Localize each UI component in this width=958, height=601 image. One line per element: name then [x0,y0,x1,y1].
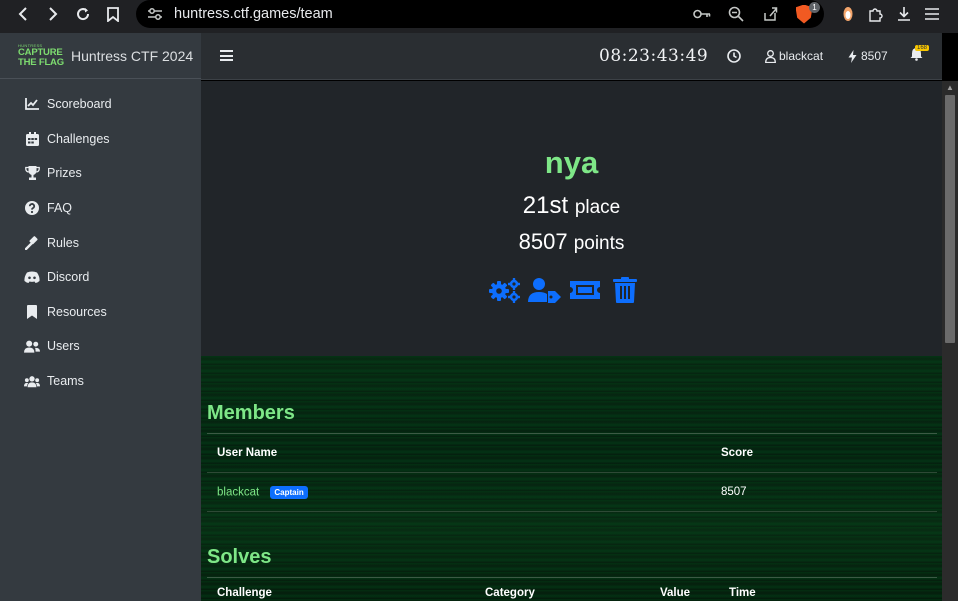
points-number: 8507 [518,229,568,254]
users-icon [24,374,40,388]
browser-menu-icon[interactable] [920,2,944,26]
ticket-icon[interactable] [568,276,602,304]
column-header-username: User Name [217,447,278,459]
discord-icon [24,270,40,284]
sidebar-item-teams[interactable]: Teams [0,364,201,399]
gavel-icon [24,235,40,250]
address-bar[interactable]: huntress.ctf.games/team 1 [136,0,824,28]
page-scrollbar[interactable]: ▲ [942,81,958,601]
sidebar-menu: Scoreboard Challenges Prizes FAQ Rules D… [0,79,201,398]
team-points: 8507 points [201,229,942,255]
trash-icon[interactable] [608,276,642,304]
url-text[interactable]: huntress.ctf.games/team [174,6,333,22]
clock-icon[interactable] [727,49,741,68]
team-name: nya [544,145,599,180]
team-points-link[interactable]: 8507 [848,49,888,63]
main-content: nya 21st place 8507 points Members User … [201,81,942,601]
sidebar: HUNTRESS CAPTURE THE FLAG Huntress CTF 2… [0,33,201,601]
shields-count-badge: 1 [809,2,820,13]
browser-toolbar: huntress.ctf.games/team 1 [0,0,958,33]
user-icon [765,49,776,63]
sidebar-item-prizes[interactable]: Prizes [0,156,201,191]
solves-heading: Solves [207,546,937,578]
zoom-out-icon[interactable] [724,2,748,26]
place-word: place [574,197,621,218]
sidebar-item-scoreboard[interactable]: Scoreboard [0,87,201,122]
ctf-logo[interactable]: HUNTRESS CAPTURE THE FLAG [18,43,65,69]
column-header-category: Category [485,587,535,599]
sidebar-item-faq[interactable]: FAQ [0,191,201,226]
chart-line-icon [24,97,40,111]
bookmark-icon [24,304,40,319]
team-actions [488,276,642,304]
reload-icon[interactable] [68,0,98,28]
captain-badge: Captain [270,485,308,499]
team-header: nya 21st place 8507 points [201,81,942,356]
username: blackcat [779,49,824,63]
back-icon[interactable] [8,0,38,28]
countdown-timer: 08:23:43:49 [599,46,709,66]
brand[interactable]: HUNTRESS CAPTURE THE FLAG Huntress CTF 2… [0,33,201,79]
settings-cogs-icon[interactable] [488,276,522,304]
sidebar-item-discord[interactable]: Discord [0,260,201,295]
trophy-icon [24,166,40,181]
solves-table-header: Challenge Category Value Time [207,578,937,601]
top-navbar: 08:23:43:49 blackcat 8507 168 [201,33,942,80]
members-table-header: User Name Score [207,434,937,473]
notifications-bell-icon[interactable]: 168 [910,45,930,66]
column-header-value: Value [660,587,691,599]
user-tag-icon[interactable] [528,276,562,304]
forward-icon[interactable] [38,0,68,28]
points-word: points [573,233,625,254]
share-icon[interactable] [758,2,782,26]
site-settings-icon[interactable] [140,7,170,21]
members-heading: Members [207,402,937,434]
column-header-time: Time [729,587,756,599]
notification-count-badge: 168 [915,45,930,51]
members-section: Members User Name Score blackcat Captain… [207,402,937,512]
solves-section: Solves Challenge Category Value Time [207,546,937,601]
key-icon[interactable] [690,2,714,26]
team-place: 21st place [201,192,942,220]
place-number: 21st [522,192,569,219]
calendar-icon [24,131,40,146]
members-table: User Name Score blackcat Captain 8507 [207,434,937,512]
sidebar-item-rules[interactable]: Rules [0,225,201,260]
extensions-icon[interactable] [864,2,888,26]
bolt-icon [848,49,857,63]
download-icon[interactable] [892,2,916,26]
column-header-challenge: Challenge [217,587,272,599]
matrix-background: Members User Name Score blackcat Captain… [201,356,942,601]
points-value: 8507 [861,49,888,63]
bookmark-page-icon[interactable] [98,0,128,28]
site-title[interactable]: Huntress CTF 2024 [71,48,193,64]
question-circle-icon [24,201,40,216]
sidebar-item-users[interactable]: Users [0,329,201,364]
sidebar-item-challenges[interactable]: Challenges [0,122,201,157]
sidebar-item-resources[interactable]: Resources [0,295,201,330]
member-score: 8507 [721,486,747,498]
column-header-score: Score [721,447,753,459]
scroll-up-arrow-icon[interactable]: ▲ [946,83,954,92]
member-username-link[interactable]: blackcat [217,486,259,498]
user-group-icon [24,339,40,353]
brave-shields-icon[interactable]: 1 [792,2,820,26]
hamburger-menu-icon[interactable] [220,50,233,61]
table-row: blackcat Captain 8507 [207,473,937,512]
user-profile-link[interactable]: blackcat [765,49,823,63]
rewards-icon[interactable] [836,2,860,26]
scrollbar-thumb[interactable] [945,95,955,343]
